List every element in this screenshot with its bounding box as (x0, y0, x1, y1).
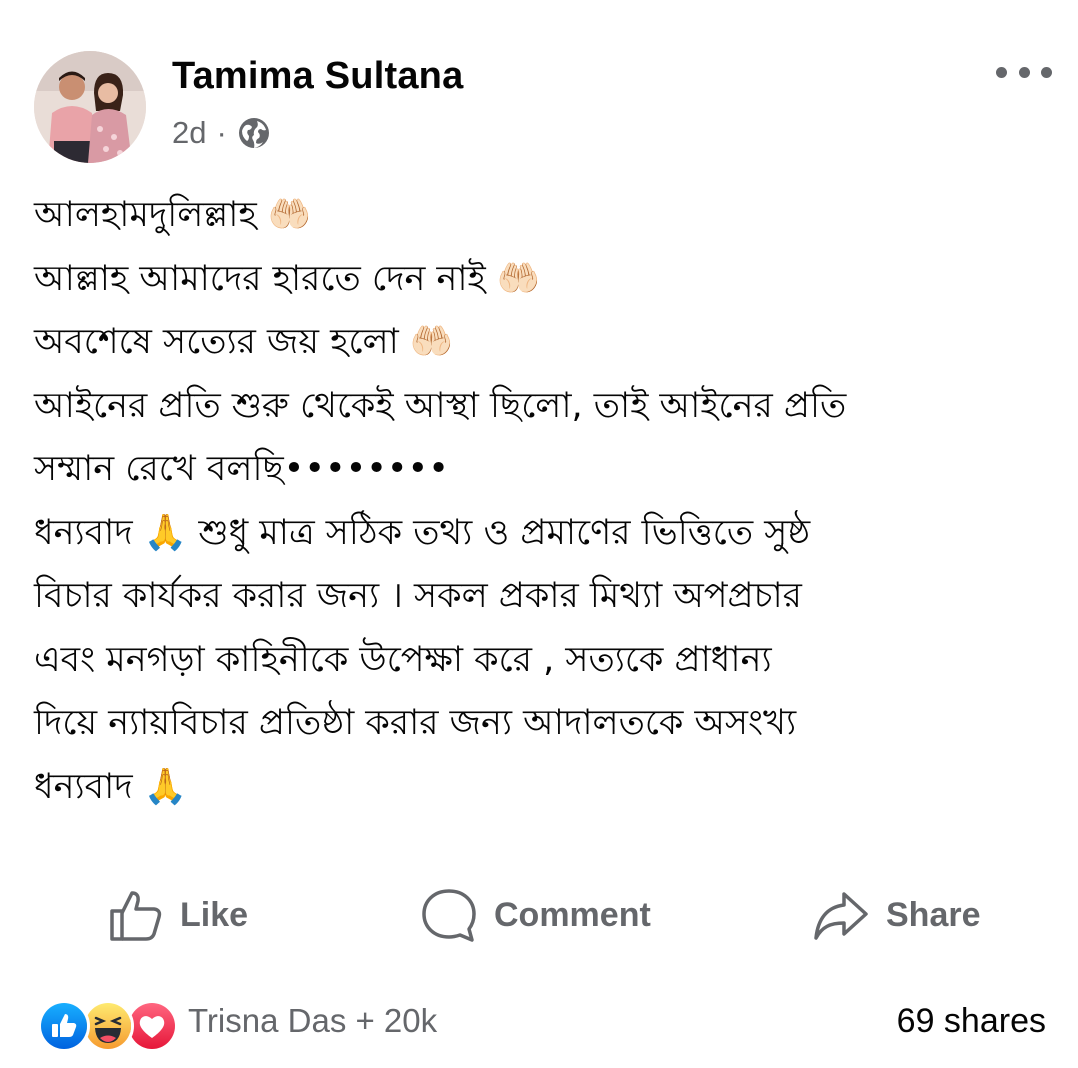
post-text: আলহামদুলিল্লাহ 🤲🏻 আল্লাহ আমাদের হারতে দে… (34, 184, 1054, 819)
reaction-summary[interactable] (38, 996, 178, 1052)
post-line: এবং মনগড়া কাহিনীকে উপেক্ষা করে , সত্যকে… (34, 639, 772, 680)
more-dot (1041, 66, 1052, 78)
facebook-post: Tamima Sultana 2d · আলহামদুলিল্লাহ 🤲🏻 আল… (0, 0, 1078, 1068)
post-footer: Trisna Das + 20k 69 shares (38, 996, 1046, 1052)
post-line: ধন্যবাদ 🙏 (34, 766, 188, 807)
post-meta: 2d · (172, 113, 271, 153)
post-line: ধন্যবাদ 🙏 শুধু মাত্র সঠিক তথ্য ও প্রমাণে… (34, 512, 811, 553)
author-avatar[interactable] (34, 51, 146, 163)
action-bar: Like Comment Share (0, 880, 1078, 950)
post-time[interactable]: 2d (172, 115, 206, 151)
meta-separator: · (216, 115, 227, 150)
reactors-count[interactable]: Trisna Das + 20k (188, 1002, 437, 1040)
post-line: বিচার কার্যকর করার জন্য । সকল প্রকার মিথ… (34, 576, 802, 616)
author-name[interactable]: Tamima Sultana (172, 55, 463, 98)
more-dot (1018, 66, 1030, 78)
like-label: Like (180, 895, 249, 934)
share-label: Share (886, 895, 981, 934)
like-reaction-icon (38, 1000, 90, 1052)
comment-bubble-icon (422, 889, 476, 942)
post-line: অবশেষে সত্যের জয় হলো 🤲🏻 (34, 322, 454, 362)
globe-icon[interactable] (237, 116, 271, 150)
avatar-photo (34, 51, 146, 163)
share-button[interactable]: Share (812, 880, 981, 950)
share-arrow-icon (814, 892, 868, 940)
post-line: সম্মান রেখে বলছি•••••••• (34, 449, 449, 489)
post-line: আইনের প্রতি শুরু থেকেই আস্থা ছিলো, তাই আ… (34, 385, 847, 426)
post-line: দিয়ে ন্যায়বিচার প্রতিষ্ঠা করার জন্য আদ… (34, 703, 797, 743)
post-line: আলহামদুলিল্লাহ 🤲🏻 (34, 195, 312, 235)
post-line: আল্লাহ আমাদের হারতে দেন নাই 🤲🏻 (34, 258, 541, 299)
shares-count[interactable]: 69 shares (897, 1002, 1046, 1041)
like-button[interactable]: Like (108, 880, 248, 950)
comment-label: Comment (494, 895, 651, 934)
more-dot (996, 66, 1007, 78)
more-options-icon[interactable] (996, 60, 1052, 84)
thumbs-up-icon (110, 891, 162, 941)
comment-button[interactable]: Comment (420, 880, 651, 950)
